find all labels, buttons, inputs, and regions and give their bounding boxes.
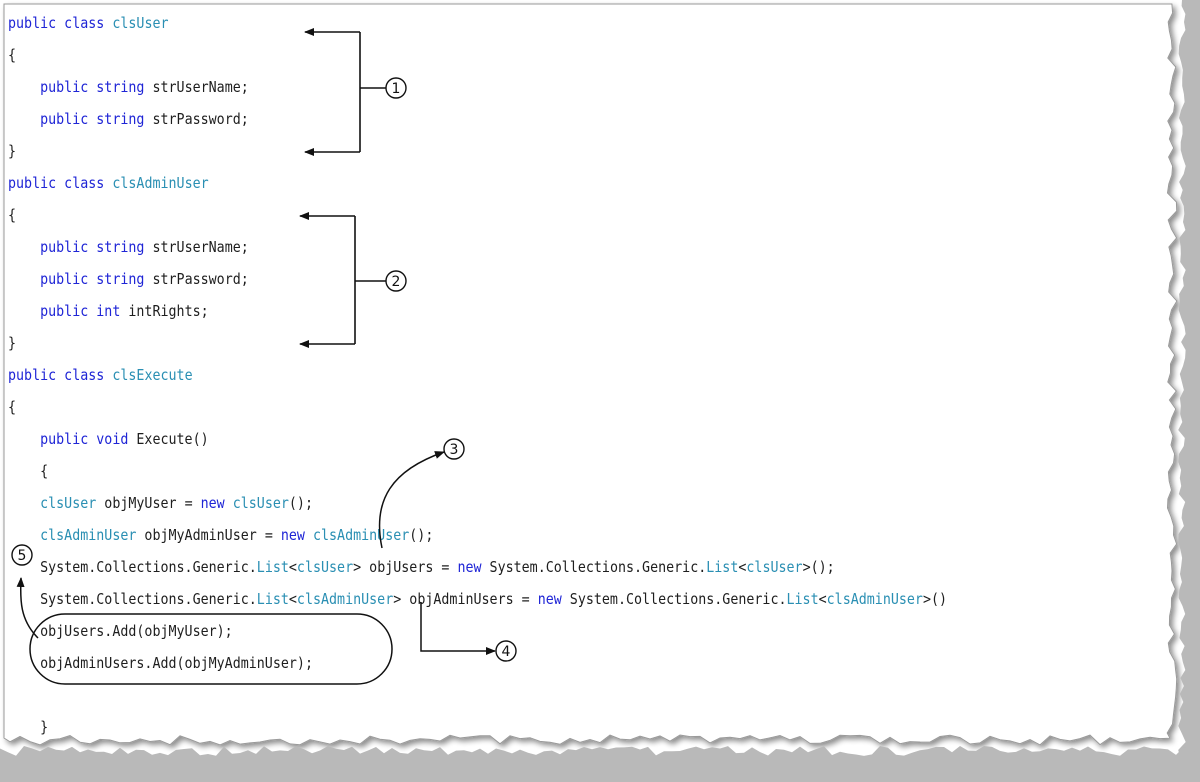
- code-token: intRights;: [128, 302, 209, 320]
- code-line: {: [8, 39, 947, 71]
- code-token: }: [40, 718, 49, 736]
- code-token: {: [8, 46, 17, 64]
- code-token: <: [818, 590, 827, 608]
- code-token: System.Collections.Generic.: [40, 558, 257, 576]
- code-listing: public class clsUser { public string strU…: [8, 7, 947, 743]
- code-token: > objUsers =: [353, 558, 458, 576]
- code-token: strPassword;: [152, 110, 249, 128]
- code-line: }: [8, 327, 947, 359]
- code-token: List: [256, 558, 289, 576]
- code-token: strPassword;: [152, 270, 249, 288]
- code-token: {: [8, 206, 17, 224]
- code-line: public class clsAdminUser: [8, 167, 947, 199]
- code-token: new: [457, 558, 490, 576]
- code-line: clsAdminUser objMyAdminUser = new clsAdm…: [8, 519, 947, 551]
- code-token: clsAdminUser: [296, 590, 394, 608]
- code-line: public string strUserName;: [8, 231, 947, 263]
- code-token: public class: [8, 14, 113, 32]
- code-line: }: [8, 135, 947, 167]
- code-token: public string: [40, 78, 153, 96]
- code-token: clsAdminUser: [312, 526, 410, 544]
- code-token: ();: [409, 526, 434, 544]
- code-token: }: [8, 142, 17, 160]
- code-token: new: [280, 526, 313, 544]
- code-line: public void Execute(): [8, 423, 947, 455]
- code-line: {: [8, 199, 947, 231]
- code-token: System.Collections.Generic.: [40, 590, 257, 608]
- code-token: {: [8, 398, 17, 416]
- code-token: objUsers.Add(objMyUser);: [40, 622, 233, 640]
- code-token: >(): [922, 590, 948, 608]
- code-line: System.Collections.Generic.List<clsUser>…: [8, 551, 947, 583]
- code-line: public string strPassword;: [8, 263, 947, 295]
- code-token: List: [706, 558, 739, 576]
- code-token: public string: [40, 270, 153, 288]
- code-token: public class: [8, 174, 113, 192]
- code-token: }: [8, 334, 17, 352]
- code-token: clsUser: [112, 14, 169, 32]
- code-token: <: [738, 558, 747, 576]
- code-line: public int intRights;: [8, 295, 947, 327]
- code-token: System.Collections.Generic.: [569, 590, 787, 608]
- code-token: >();: [802, 558, 835, 576]
- code-token: clsExecute: [112, 366, 193, 384]
- code-token: <: [288, 590, 297, 608]
- code-line: public class clsExecute: [8, 359, 947, 391]
- code-token: List: [786, 590, 819, 608]
- code-token: System.Collections.Generic.: [489, 558, 707, 576]
- code-token: strUserName;: [152, 238, 249, 256]
- code-token: public void: [40, 430, 137, 448]
- code-token: objMyUser =: [96, 494, 201, 512]
- code-token: clsAdminUser: [40, 526, 137, 544]
- code-line: clsUser objMyUser = new clsUser();: [8, 487, 947, 519]
- code-token: public string: [40, 238, 153, 256]
- code-token: {: [40, 462, 49, 480]
- code-token: clsUser: [296, 558, 354, 576]
- code-token: Execute(): [136, 430, 209, 448]
- code-line: objUsers.Add(objMyUser);: [8, 615, 947, 647]
- code-token: > objAdminUsers =: [393, 590, 538, 608]
- code-token: clsUser: [232, 494, 289, 512]
- code-token: <: [288, 558, 297, 576]
- code-token: objAdminUsers.Add(objMyAdminUser);: [40, 654, 313, 672]
- code-token: List: [256, 590, 289, 608]
- code-line: {: [8, 455, 947, 487]
- code-token: new: [537, 590, 570, 608]
- code-token: public int: [40, 302, 129, 320]
- code-line: System.Collections.Generic.List<clsAdmin…: [8, 583, 947, 615]
- code-token: clsUser: [746, 558, 803, 576]
- code-token: public string: [40, 110, 153, 128]
- code-token: new: [200, 494, 233, 512]
- code-token: clsAdminUser: [826, 590, 923, 608]
- code-token: clsUser: [40, 494, 97, 512]
- code-token: public class: [8, 366, 113, 384]
- code-token: clsAdminUser: [112, 174, 209, 192]
- code-line: objAdminUsers.Add(objMyAdminUser);: [8, 647, 947, 679]
- code-line: }: [8, 711, 947, 743]
- code-line: public string strPassword;: [8, 103, 947, 135]
- code-line: public class clsUser: [8, 7, 947, 39]
- code-line: public string strUserName;: [8, 71, 947, 103]
- gray-band-bottom: [0, 746, 1200, 782]
- code-token: ();: [288, 494, 313, 512]
- code-token: objMyAdminUser =: [136, 526, 281, 544]
- code-line: {: [8, 391, 947, 423]
- code-token: strUserName;: [152, 78, 249, 96]
